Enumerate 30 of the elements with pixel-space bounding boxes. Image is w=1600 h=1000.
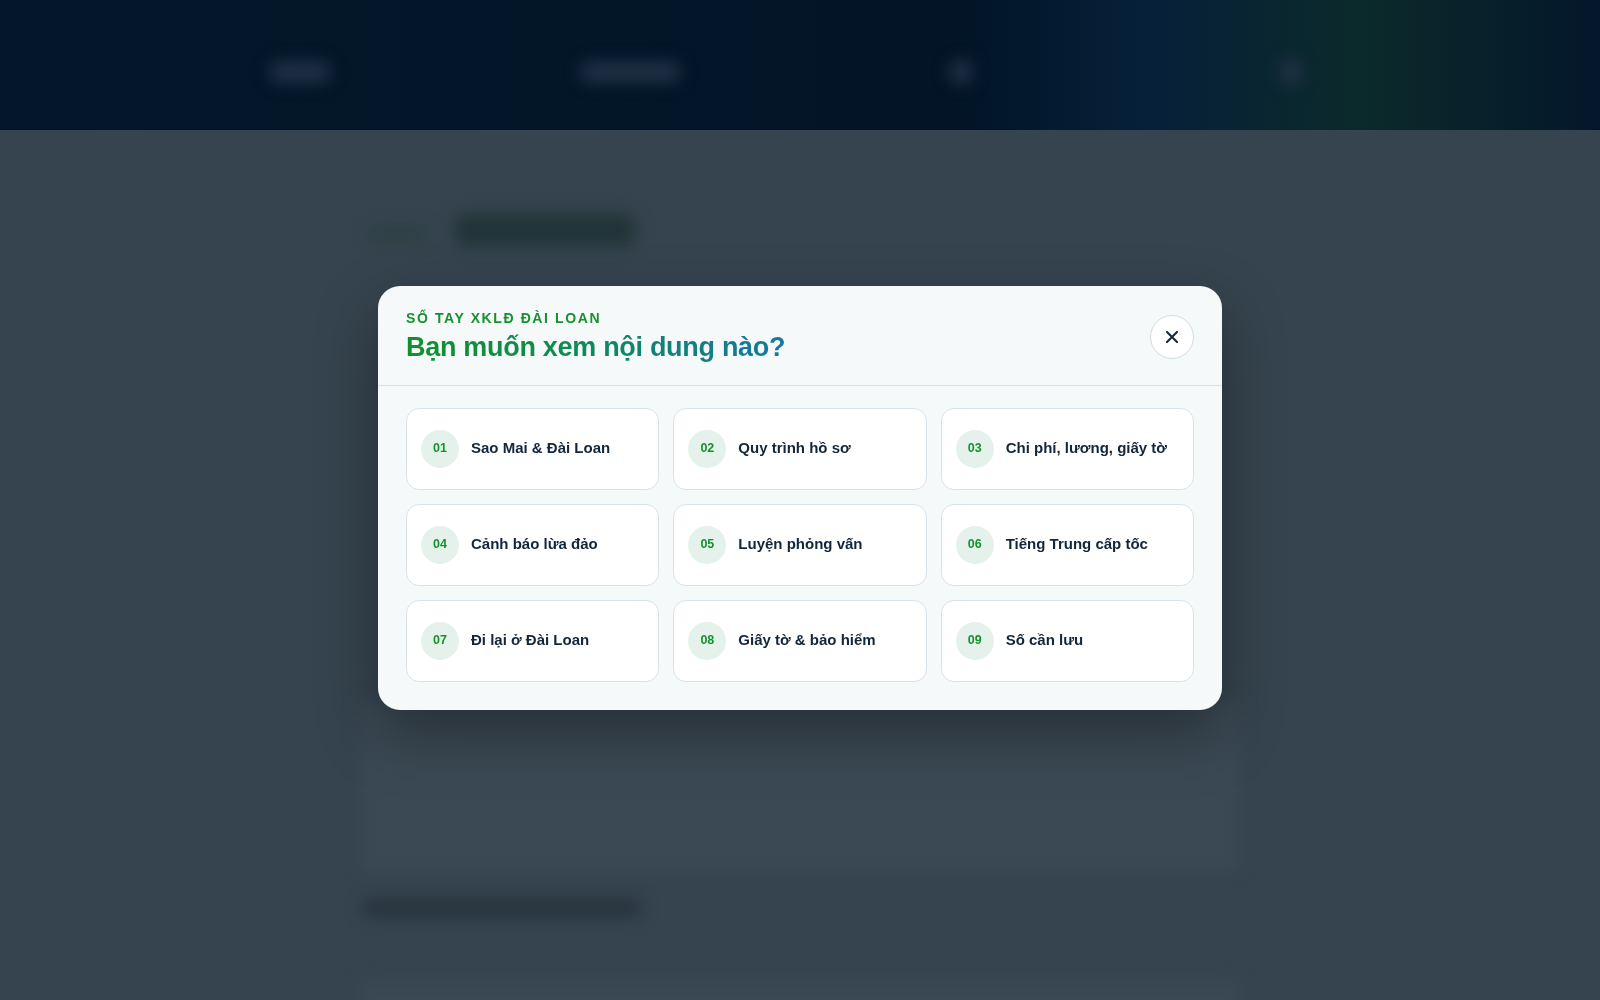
topic-card[interactable]: 01 Sao Mai & Đài Loan [406, 407, 660, 490]
topic-card[interactable]: 05 Luyện phỏng vấn [673, 503, 927, 586]
topic-label: Luyện phỏng vấn [738, 535, 863, 554]
topic-card[interactable]: 04 Cảnh báo lừa đảo [406, 503, 660, 586]
topic-card[interactable]: 06 Tiếng Trung cấp tốc [940, 503, 1194, 586]
topic-card[interactable]: 03 Chi phí, lương, giấy tờ [940, 407, 1194, 490]
close-button[interactable] [1150, 315, 1194, 360]
topic-card[interactable]: 08 Giấy tờ & bảo hiểm [673, 599, 927, 682]
topic-card[interactable]: 02 Quy trình hồ sơ [673, 407, 927, 490]
topic-number: 06 [955, 525, 994, 564]
topic-number: 01 [421, 429, 459, 468]
topic-number: 09 [955, 621, 994, 660]
topic-number: 05 [688, 525, 727, 564]
topic-label: Cảnh báo lừa đảo [471, 535, 598, 554]
topic-card[interactable]: 09 Số cần lưu [940, 599, 1194, 682]
modal-eyebrow: SỔ TAY XKLĐ ĐÀI LOAN [406, 310, 603, 327]
close-icon [1166, 331, 1178, 344]
topic-label: Sao Mai & Đài Loan [471, 439, 611, 458]
topic-label: Giấy tờ & bảo hiểm [738, 631, 876, 650]
topic-number: 03 [955, 429, 994, 468]
topic-card[interactable]: 07 Đi lại ở Đài Loan [406, 599, 660, 682]
topic-label: Quy trình hồ sơ [738, 439, 851, 458]
topic-label: Chi phí, lương, giấy tờ [1005, 439, 1167, 458]
topic-label: Tiếng Trung cấp tốc [1005, 535, 1148, 554]
topic-number: 08 [688, 621, 727, 660]
topic-number: 02 [688, 429, 727, 468]
topic-number: 04 [421, 525, 459, 564]
topic-label: Đi lại ở Đài Loan [471, 631, 590, 650]
topic-number: 07 [421, 621, 459, 660]
topic-label: Số cần lưu [1005, 631, 1084, 650]
